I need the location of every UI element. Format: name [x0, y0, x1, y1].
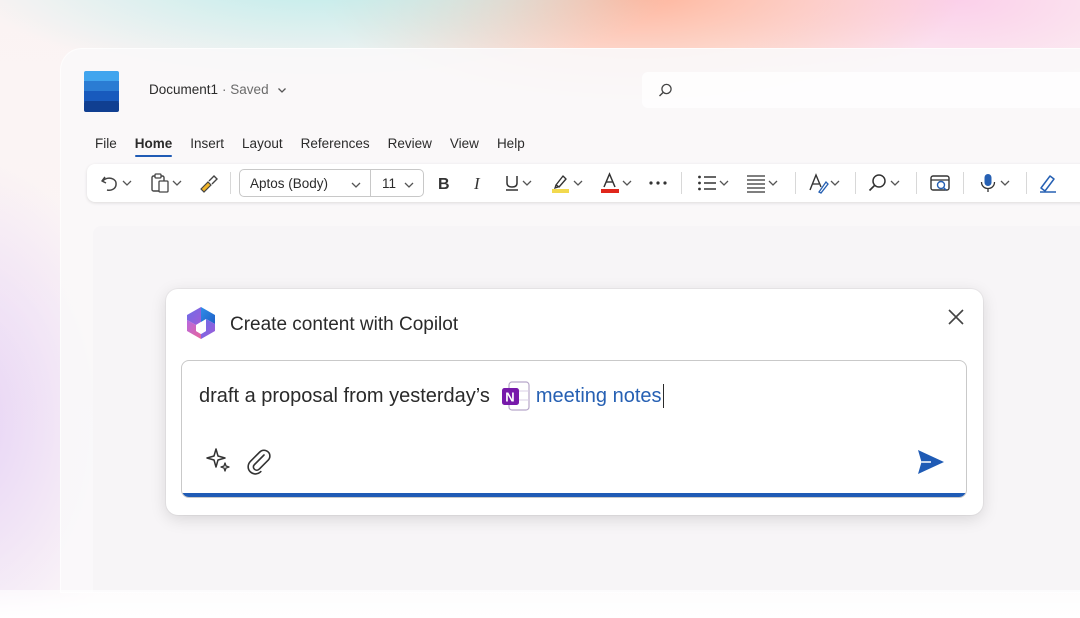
save-status: · Saved	[222, 82, 269, 97]
undo-button[interactable]	[99, 164, 133, 202]
font-name-dropdown[interactable]: Aptos (Body)	[239, 169, 371, 197]
attach-button[interactable]	[245, 447, 273, 475]
prompt-text-line: draft a proposal from yesterday’s N meet…	[199, 381, 665, 411]
font-size-value: 11	[382, 175, 397, 191]
paste-button[interactable]	[149, 164, 183, 202]
copilot-prompt-input[interactable]: draft a proposal from yesterday’s N meet…	[181, 360, 967, 498]
chevron-down-icon	[172, 180, 182, 186]
document-title[interactable]: Document1 · Saved	[149, 82, 287, 97]
chevron-down-icon	[1000, 180, 1010, 186]
toolbar-divider	[1026, 172, 1027, 194]
tab-view[interactable]: View	[450, 136, 479, 157]
font-color-button[interactable]	[599, 164, 633, 202]
tab-insert[interactable]: Insert	[190, 136, 224, 157]
sparkle-icon	[206, 448, 230, 472]
close-button[interactable]	[946, 307, 966, 327]
toolbar-divider	[230, 172, 231, 194]
copilot-title: Create content with Copilot	[230, 314, 459, 335]
find-button[interactable]	[867, 164, 901, 202]
paste-icon	[151, 173, 169, 193]
prompt-guide-button[interactable]	[205, 447, 231, 473]
bold-icon: B	[438, 176, 450, 192]
editor-icon	[1040, 175, 1056, 193]
review-button[interactable]	[929, 164, 951, 202]
svg-text:I: I	[473, 174, 481, 192]
review-icon	[930, 175, 950, 191]
toolbar-divider	[855, 172, 856, 194]
chevron-down-icon	[719, 180, 729, 186]
dictate-button[interactable]	[977, 164, 1011, 202]
chevron-down-icon	[351, 182, 361, 188]
bottom-fade	[0, 590, 1080, 618]
format-painter-icon	[200, 175, 218, 193]
bullets-button[interactable]	[696, 164, 730, 202]
search-box[interactable]	[642, 72, 1080, 108]
chevron-down-icon	[404, 182, 414, 188]
chevron-down-icon	[830, 180, 840, 186]
tab-review[interactable]: Review	[388, 136, 432, 157]
font-size-dropdown[interactable]: 11	[370, 169, 424, 197]
underline-button[interactable]	[503, 164, 533, 202]
more-button[interactable]	[648, 164, 668, 202]
text-caret	[662, 384, 665, 408]
document-name: Document1	[149, 82, 219, 97]
tab-references[interactable]: References	[301, 136, 370, 157]
tab-home[interactable]: Home	[134, 136, 172, 157]
font-color-icon	[601, 172, 619, 193]
styles-button[interactable]	[807, 164, 841, 202]
format-painter-button[interactable]	[197, 164, 219, 202]
tab-help[interactable]: Help	[497, 136, 525, 157]
toolbar-divider	[963, 172, 964, 194]
find-icon	[868, 174, 886, 192]
svg-text:N: N	[505, 390, 514, 405]
close-icon	[948, 309, 964, 325]
highlight-button[interactable]	[550, 164, 584, 202]
svg-text:B: B	[438, 176, 450, 192]
chevron-down-icon	[768, 180, 778, 186]
chevron-down-icon	[622, 180, 632, 186]
paperclip-icon	[247, 449, 271, 475]
chevron-down-icon	[122, 180, 132, 186]
meeting-notes-reference[interactable]: meeting notes	[536, 385, 662, 408]
italic-icon: I	[473, 174, 481, 192]
prompt-text: draft a proposal from yesterday’s	[199, 384, 490, 407]
chevron-down-icon	[890, 180, 900, 186]
align-button[interactable]	[745, 164, 779, 202]
ribbon-tabs: File Home Insert Layout References Revie…	[95, 136, 525, 157]
align-icon	[747, 175, 765, 193]
chevron-down-icon	[522, 180, 532, 186]
search-icon	[659, 83, 672, 97]
word-app-icon[interactable]	[84, 71, 119, 112]
toolbar-divider	[916, 172, 917, 194]
copilot-dialog: Create content with Copilot draft a prop…	[166, 289, 983, 515]
underline-icon	[506, 176, 518, 191]
chevron-down-icon	[277, 87, 286, 93]
onenote-icon: N	[501, 381, 530, 411]
undo-icon	[101, 176, 117, 191]
styles-icon	[809, 173, 829, 194]
bold-button[interactable]: B	[435, 164, 453, 202]
bullets-icon	[698, 175, 716, 191]
toolbar-divider	[681, 172, 682, 194]
more-icon	[649, 181, 667, 185]
editor-button[interactable]	[1037, 164, 1059, 202]
ribbon-toolbar: Aptos (Body) 11 B I	[87, 164, 1080, 202]
font-name-value: Aptos (Body)	[250, 175, 329, 191]
tab-layout[interactable]: Layout	[242, 136, 283, 157]
italic-button[interactable]: I	[469, 164, 487, 202]
toolbar-divider	[795, 172, 796, 194]
chevron-down-icon	[573, 180, 583, 186]
copilot-logo-icon	[187, 307, 215, 339]
highlight-icon	[552, 175, 569, 193]
send-icon	[918, 450, 944, 474]
send-button[interactable]	[916, 447, 946, 477]
microphone-icon	[980, 174, 996, 192]
tab-file[interactable]: File	[95, 136, 117, 157]
